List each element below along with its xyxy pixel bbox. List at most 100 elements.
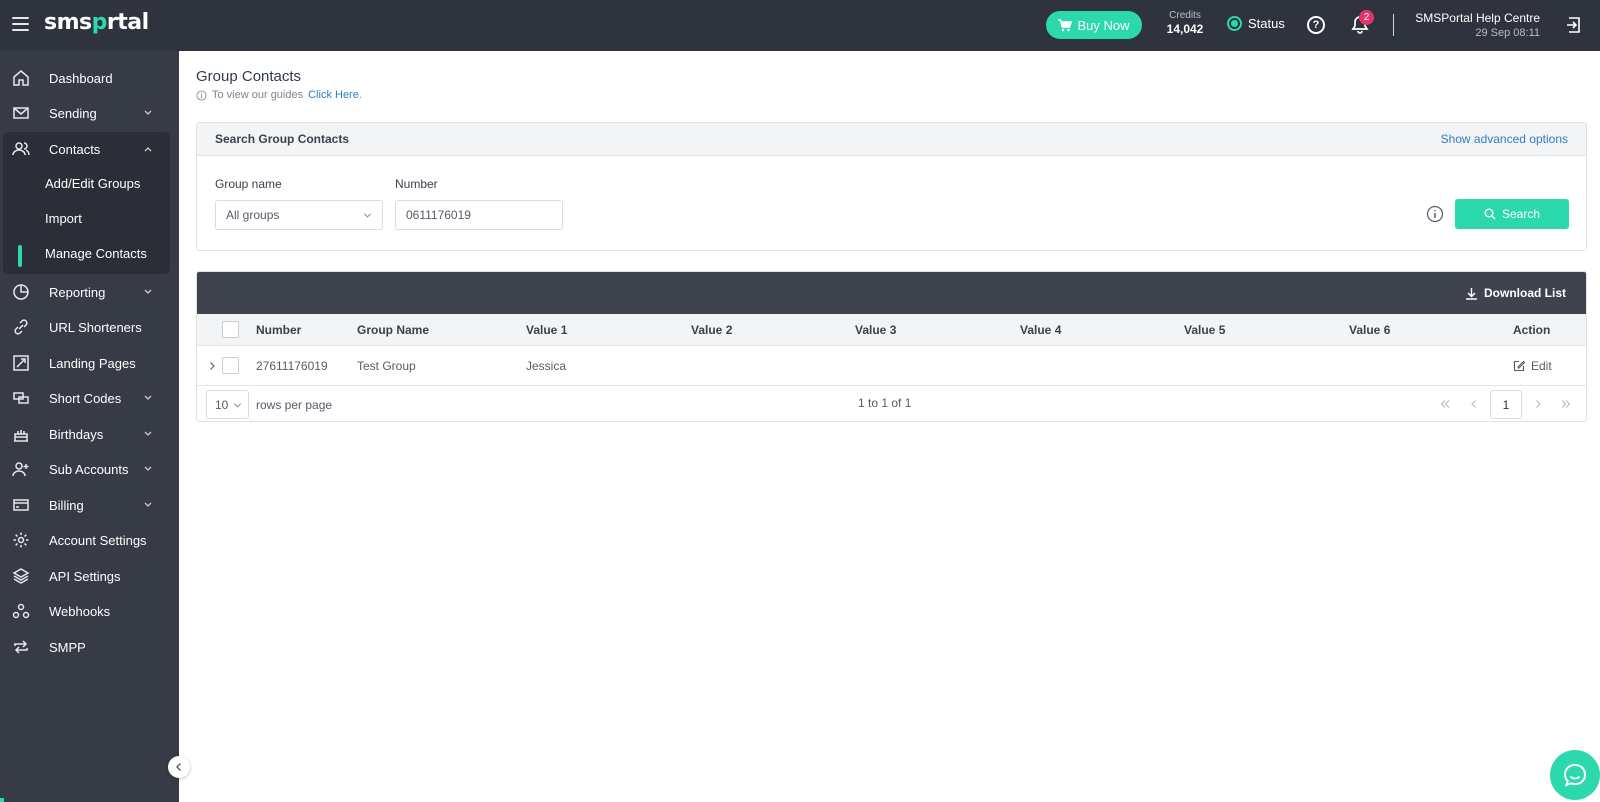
- sidebar-item-webhooks[interactable]: Webhooks: [0, 594, 179, 628]
- status-label: Status: [1248, 16, 1285, 31]
- column-header[interactable]: Value 3: [855, 314, 896, 345]
- chat-icon: [1563, 763, 1587, 787]
- sidebar-item-label: Reporting: [49, 284, 106, 300]
- sidebar-subitem-add-edit-groups[interactable]: Add/Edit Groups: [3, 166, 170, 200]
- sidebar-item-api-settings[interactable]: API Settings: [0, 559, 179, 593]
- edit-label: Edit: [1531, 358, 1552, 373]
- group-name-select[interactable]: All groups: [215, 200, 383, 230]
- column-header[interactable]: Value 1: [526, 314, 567, 345]
- group-name-label: Group name: [215, 177, 282, 191]
- sidebar: Dashboard Sending Contacts Add/Edit Grou…: [0, 51, 179, 802]
- column-header[interactable]: Value 5: [1184, 314, 1225, 345]
- column-header[interactable]: Value 6: [1349, 314, 1390, 345]
- home-icon: [13, 70, 29, 86]
- collapse-sidebar-button[interactable]: [168, 756, 190, 778]
- table-row[interactable]: 27611176019 Test Group Jessica Edit: [197, 346, 1586, 386]
- sidebar-item-contacts[interactable]: Contacts: [0, 132, 179, 166]
- sidebar-item-landing-pages[interactable]: Landing Pages: [0, 346, 179, 380]
- pagination-range: 1 to 1 of 1: [858, 396, 912, 410]
- users-icon: [12, 142, 30, 156]
- credits: Credits 14,042: [1160, 10, 1210, 36]
- chevron-down-icon: [363, 213, 372, 218]
- top-bar: smsprtal Buy Now Credits 14,042 Status ?…: [0, 0, 1600, 51]
- credits-value: 14,042: [1166, 22, 1204, 36]
- page-title: Group Contacts: [196, 68, 302, 85]
- chevron-up-icon: [144, 147, 152, 152]
- envelope-icon: [13, 107, 29, 119]
- sidebar-item-account-settings[interactable]: Account Settings: [0, 523, 179, 557]
- rows-per-page-select[interactable]: 10: [206, 390, 249, 419]
- menu-icon[interactable]: [12, 17, 29, 31]
- sidebar-item-label: Contacts: [49, 141, 101, 157]
- edit-button[interactable]: Edit: [1513, 346, 1552, 385]
- search-button[interactable]: Search: [1455, 199, 1569, 229]
- download-icon: [1466, 287, 1477, 300]
- sidebar-item-sub-accounts[interactable]: Sub Accounts: [0, 452, 179, 486]
- column-header[interactable]: Group Name: [357, 314, 429, 345]
- rows-per-page-label: rows per page: [256, 398, 333, 412]
- sidebar-item-label: Billing: [49, 497, 84, 513]
- status-button[interactable]: Status: [1227, 16, 1285, 31]
- sidebar-item-smpp[interactable]: SMPP: [0, 630, 179, 664]
- buy-now-button[interactable]: Buy Now: [1046, 11, 1142, 39]
- cell-group-name: Test Group: [357, 358, 416, 373]
- sidebar-item-label: Account Settings: [49, 532, 147, 548]
- number-input[interactable]: [395, 200, 563, 230]
- sidebar-item-label: SMPP: [49, 639, 86, 655]
- chevron-right-icon[interactable]: [207, 361, 217, 371]
- previous-page-icon[interactable]: [1469, 399, 1479, 409]
- sidebar-item-birthdays[interactable]: Birthdays: [0, 417, 179, 451]
- sidebar-item-billing[interactable]: Billing: [0, 488, 179, 522]
- user-info[interactable]: SMSPortal Help Centre 29 Sep 08:11: [1410, 11, 1540, 39]
- sidebar-item-label: URL Shorteners: [49, 319, 142, 335]
- info-icon[interactable]: [1426, 205, 1444, 223]
- sidebar-item-label: Sub Accounts: [49, 461, 129, 477]
- download-list-label: Download List: [1484, 286, 1566, 300]
- sidebar-subitem-manage-contacts[interactable]: Manage Contacts: [3, 236, 170, 270]
- row-checkbox[interactable]: [222, 357, 239, 374]
- sidebar-item-short-codes[interactable]: Short Codes: [0, 381, 179, 415]
- pie-chart-icon: [13, 284, 29, 300]
- layers-icon: [12, 568, 30, 584]
- guide-note: To view our guides Click Here.: [196, 89, 362, 101]
- logo[interactable]: smsprtal: [44, 10, 149, 35]
- first-page-icon[interactable]: [1440, 399, 1450, 409]
- current-page[interactable]: 1: [1490, 390, 1522, 419]
- info-icon: [196, 89, 207, 101]
- buy-now-label: Buy Now: [1077, 17, 1130, 33]
- contacts-table: Download List Number Group Name Value 1 …: [196, 271, 1587, 422]
- search-icon: [1484, 208, 1496, 220]
- logout-icon[interactable]: [1566, 16, 1584, 34]
- last-page-icon[interactable]: [1561, 399, 1571, 409]
- select-all-checkbox[interactable]: [222, 321, 239, 338]
- sidebar-item-reporting[interactable]: Reporting: [0, 275, 179, 309]
- show-advanced-options-link[interactable]: Show advanced options: [1441, 132, 1568, 146]
- cake-icon: [14, 430, 28, 442]
- download-list-button[interactable]: Download List: [1465, 286, 1566, 300]
- guide-link[interactable]: Click Here: [308, 89, 359, 101]
- chevron-down-icon: [144, 431, 152, 436]
- group-name-value: All groups: [226, 208, 280, 222]
- sidebar-item-label: Webhooks: [49, 603, 111, 619]
- sidebar-item-dashboard[interactable]: Dashboard: [0, 61, 179, 95]
- cell-value-1: Jessica: [526, 358, 567, 373]
- table-footer: 10 rows per page 1 to 1 of 1 1: [197, 386, 1586, 421]
- cell-number: 27611176019: [256, 358, 328, 373]
- sidebar-item-url-shorteners[interactable]: URL Shorteners: [0, 310, 179, 344]
- sidebar-subitem-import[interactable]: Import: [3, 201, 170, 235]
- webhook-icon: [12, 603, 30, 619]
- sidebar-item-sending[interactable]: Sending: [0, 96, 179, 130]
- next-page-icon[interactable]: [1533, 399, 1543, 409]
- user-plus-icon: [12, 462, 29, 477]
- column-header[interactable]: Value 4: [1020, 314, 1061, 345]
- column-header[interactable]: Number: [256, 314, 301, 345]
- chat-button[interactable]: [1550, 750, 1600, 800]
- cart-icon: [1058, 18, 1073, 31]
- column-header[interactable]: Value 2: [691, 314, 732, 345]
- guide-text: To view our guides: [212, 89, 304, 101]
- sidebar-item-label: API Settings: [49, 568, 121, 584]
- search-button-label: Search: [1501, 207, 1541, 221]
- sidebar-item-label: Landing Pages: [49, 355, 136, 371]
- edit-icon: [1513, 360, 1525, 371]
- help-icon[interactable]: ?: [1307, 16, 1325, 34]
